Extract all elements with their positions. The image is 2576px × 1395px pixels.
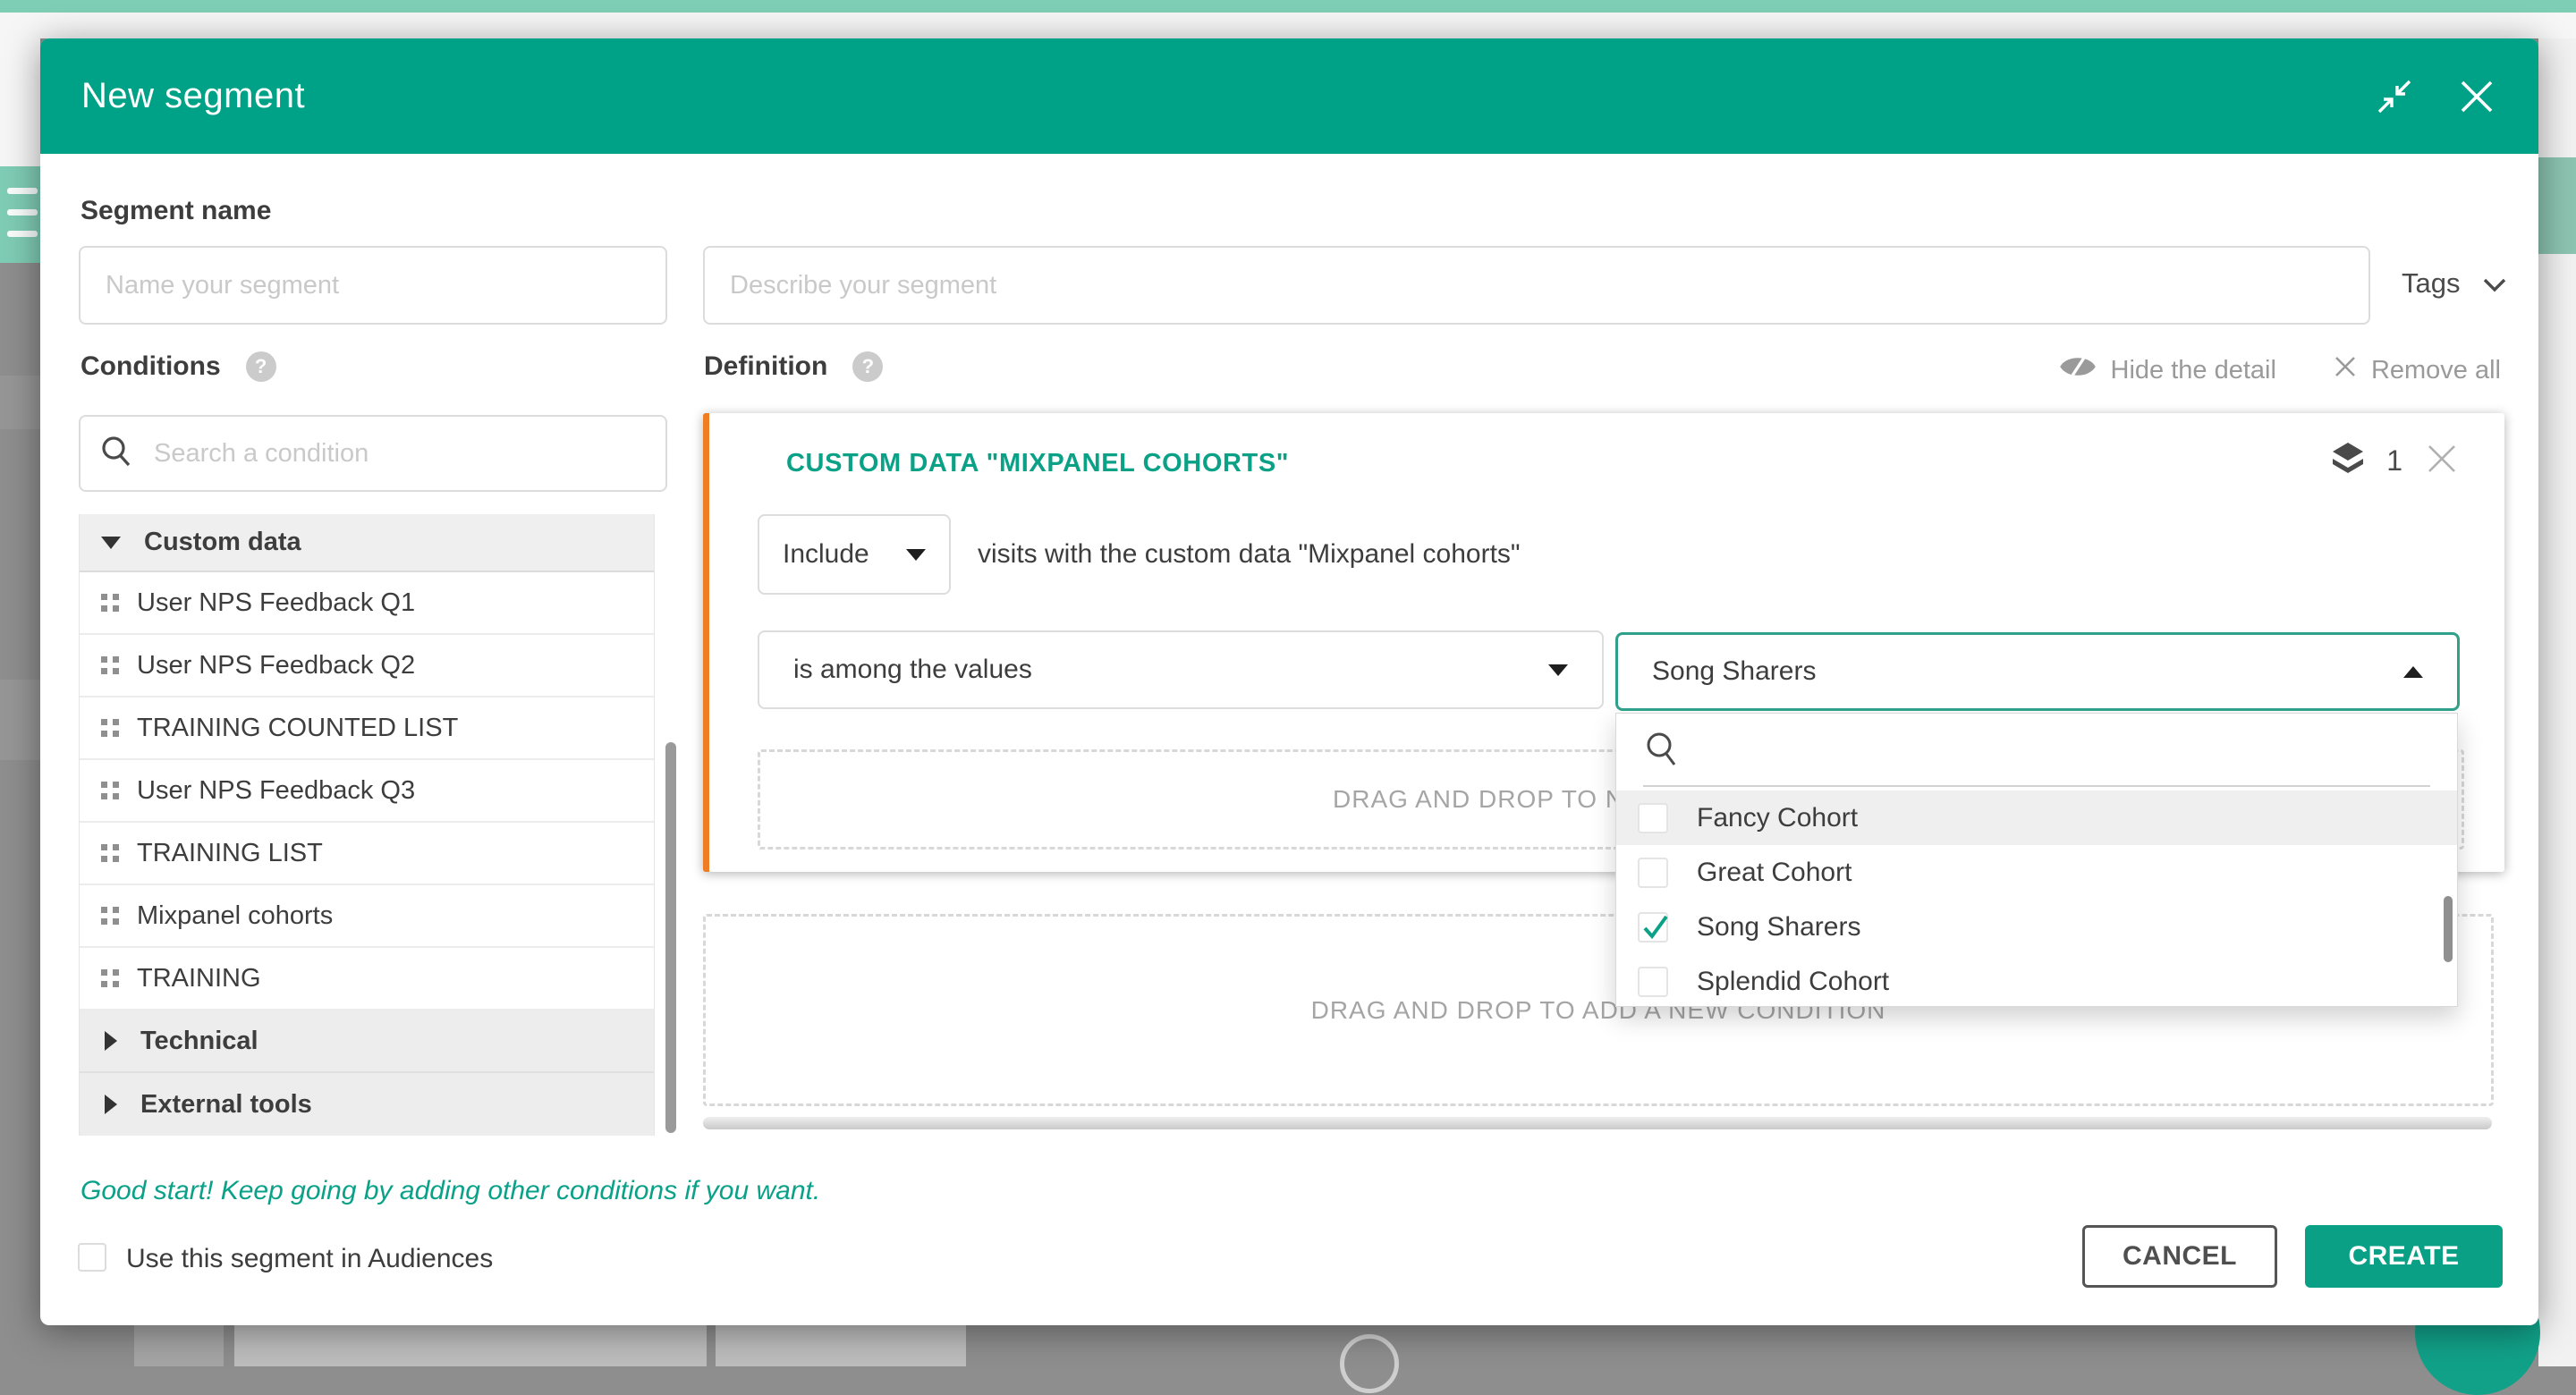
dropdown-option-selected[interactable]: Song Sharers — [1616, 900, 2457, 954]
group-custom-data[interactable]: Custom data — [80, 514, 654, 572]
hamburger-icon — [7, 209, 38, 216]
condition-item[interactable]: Mixpanel cohorts — [80, 885, 654, 948]
page-right-teal-block — [2538, 157, 2576, 254]
checkbox-unchecked-icon[interactable] — [1638, 803, 1668, 833]
drag-handle-icon[interactable] — [101, 844, 119, 862]
divider — [1643, 785, 2430, 787]
conditions-heading: Conditions — [80, 351, 221, 382]
segment-name-label: Segment name — [80, 196, 271, 226]
close-icon[interactable] — [2458, 78, 2496, 115]
dropdown-option[interactable]: Fancy Cohort — [1616, 790, 2457, 845]
hamburger-icon — [7, 188, 38, 194]
layers-icon[interactable] — [2333, 443, 2363, 479]
search-icon — [98, 434, 134, 474]
dropzone-text: DRAG AND DROP TO NAR — [1333, 752, 1661, 847]
audiences-checkbox[interactable] — [78, 1243, 106, 1272]
drag-handle-icon[interactable] — [101, 782, 119, 799]
condition-sentence: visits with the custom data "Mixpanel co… — [978, 514, 1521, 595]
conditions-scrollbar[interactable] — [665, 742, 676, 1133]
drag-handle-icon[interactable] — [101, 907, 119, 925]
condition-item[interactable]: User NPS Feedback Q2 — [80, 635, 654, 698]
caret-down-icon — [1548, 664, 1568, 676]
chevron-down-icon — [2483, 267, 2506, 300]
dimmed-page-block — [134, 1325, 224, 1366]
cancel-button[interactable]: CANCEL — [2082, 1225, 2277, 1288]
checkbox-unchecked-icon[interactable] — [1638, 858, 1668, 888]
definition-horizontal-scrollbar[interactable] — [703, 1117, 2492, 1129]
dimmed-sidebar-item — [0, 680, 40, 760]
group-external-tools[interactable]: External tools — [80, 1073, 654, 1136]
triangle-down-icon — [101, 537, 121, 549]
checkbox-checked-icon[interactable] — [1638, 912, 1668, 943]
checkbox-unchecked-icon[interactable] — [1638, 967, 1668, 997]
hide-detail-label: Hide the detail — [2111, 356, 2276, 385]
condition-search-input[interactable] — [152, 438, 648, 469]
condition-item[interactable]: TRAINING COUNTED LIST — [80, 698, 654, 760]
collapse-window-icon[interactable] — [2374, 76, 2415, 117]
condition-item[interactable]: TRAINING LIST — [80, 823, 654, 885]
operator-dropdown[interactable]: is among the values — [758, 630, 1604, 709]
value-dropdown-panel: Fancy Cohort Great Cohort Song Sharers S… — [1615, 713, 2458, 1007]
remove-all-button[interactable]: Remove all — [2334, 355, 2501, 385]
search-icon[interactable] — [1643, 730, 1681, 774]
help-icon[interactable]: ? — [852, 351, 883, 382]
include-dropdown[interactable]: Include — [758, 514, 951, 595]
drag-handle-icon[interactable] — [101, 969, 119, 987]
create-button[interactable]: CREATE — [2305, 1225, 2503, 1288]
new-segment-modal: New segment Segment name Tags — [40, 38, 2538, 1325]
definition-heading: Definition — [704, 351, 827, 382]
triangle-right-icon — [105, 1095, 117, 1114]
segment-name-input[interactable] — [79, 246, 667, 325]
drag-handle-icon[interactable] — [101, 594, 119, 612]
conditions-list: Custom data User NPS Feedback Q1 User NP… — [79, 514, 655, 1136]
condition-item[interactable]: User NPS Feedback Q1 — [80, 572, 654, 635]
stack-count: 1 — [2386, 444, 2402, 478]
page-top-band — [0, 13, 2576, 38]
condition-search — [79, 415, 667, 492]
dropdown-option[interactable]: Great Cohort — [1616, 845, 2457, 900]
group-technical[interactable]: Technical — [80, 1010, 654, 1073]
hamburger-icon — [7, 231, 38, 237]
caret-down-icon — [906, 549, 926, 561]
audiences-checkbox-label: Use this segment in Audiences — [126, 1244, 493, 1274]
triangle-right-icon — [105, 1031, 117, 1051]
group-label: Technical — [140, 1027, 258, 1056]
dimmed-page-block — [234, 1325, 707, 1366]
page-left-band — [0, 38, 40, 166]
remove-all-label: Remove all — [2371, 356, 2501, 385]
dimmed-page-block — [716, 1325, 966, 1366]
tags-dropdown[interactable]: Tags — [2402, 267, 2506, 300]
value-multiselect[interactable]: Song Sharers — [1615, 632, 2460, 711]
drag-handle-icon[interactable] — [101, 719, 119, 737]
eye-off-icon — [2059, 353, 2097, 387]
segment-description-input[interactable] — [703, 246, 2370, 325]
caret-up-icon — [2403, 666, 2423, 678]
help-icon[interactable]: ? — [246, 351, 276, 382]
remove-all-x-icon — [2334, 355, 2357, 385]
hide-detail-button[interactable]: Hide the detail — [2059, 353, 2276, 387]
dropdown-option[interactable]: Splendid Cohort — [1616, 954, 2457, 1009]
page-top-green-strip — [0, 0, 2576, 13]
remove-condition-icon[interactable] — [2426, 440, 2458, 481]
drag-handle-icon[interactable] — [101, 656, 119, 674]
condition-item[interactable]: User NPS Feedback Q3 — [80, 760, 654, 823]
condition-item[interactable]: TRAINING — [80, 948, 654, 1010]
group-label: External tools — [140, 1090, 312, 1120]
dimmed-page-circle — [1340, 1334, 1399, 1393]
group-label: Custom data — [144, 528, 301, 557]
dimmed-sidebar-item — [0, 376, 40, 429]
sidebar-menu-tile — [0, 166, 40, 263]
modal-title: New segment — [81, 38, 305, 154]
dropdown-scrollbar[interactable] — [2444, 896, 2453, 962]
hint-text: Good start! Keep going by adding other c… — [80, 1176, 820, 1206]
tags-label: Tags — [2402, 267, 2460, 300]
condition-card-title: CUSTOM DATA "MIXPANEL COHORTS" — [786, 449, 1289, 478]
modal-header: New segment — [40, 38, 2538, 154]
